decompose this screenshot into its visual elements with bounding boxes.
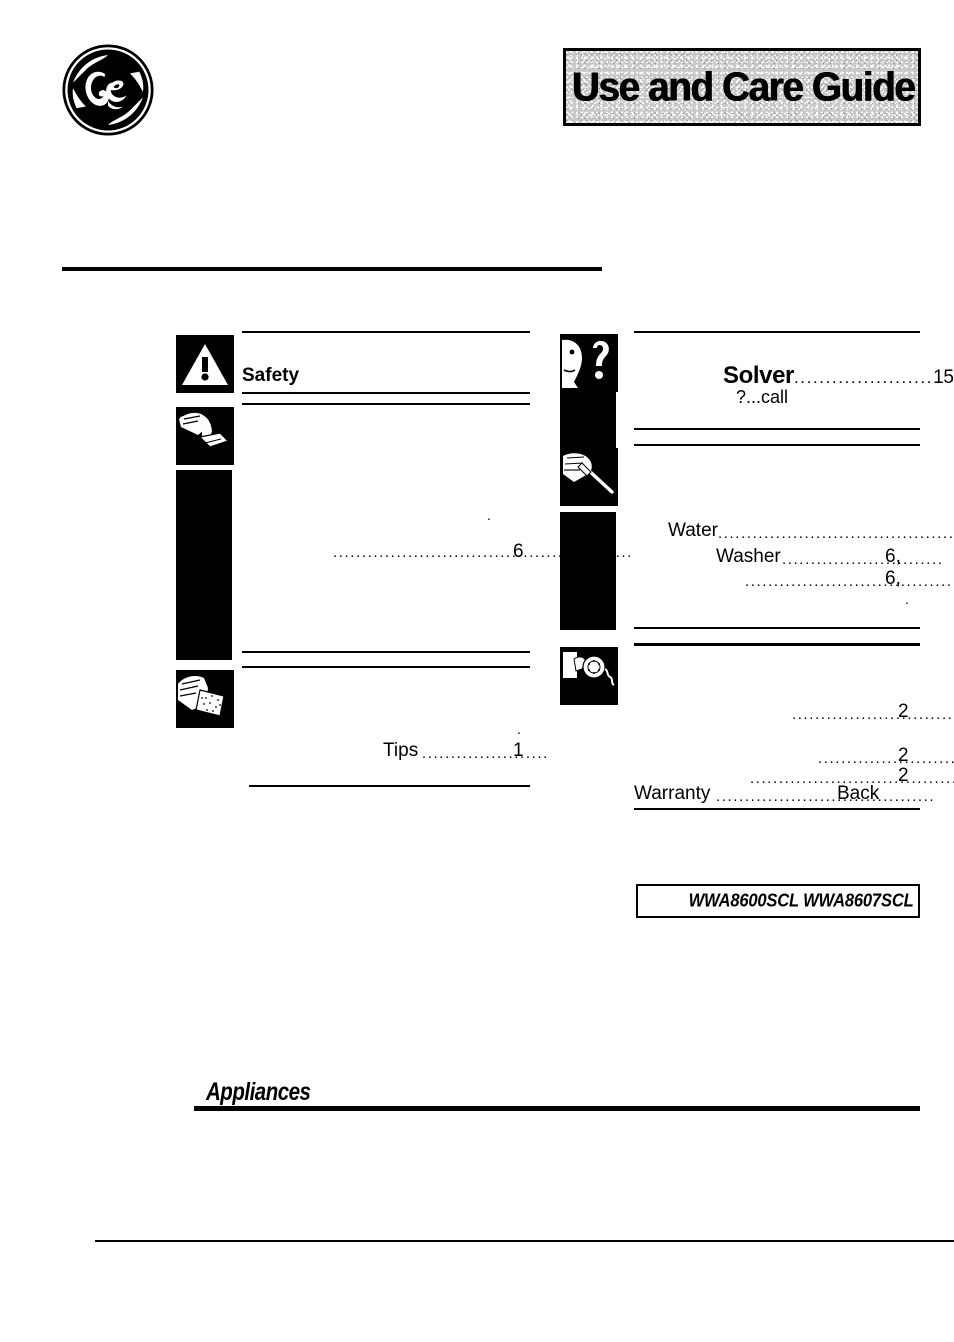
right-warranty-label: Warranty	[634, 783, 711, 804]
hand-with-cloth-icon	[176, 670, 234, 728]
right-rule-6	[634, 808, 920, 810]
right-rule-4	[634, 627, 920, 629]
solver-pages: 15-19	[933, 367, 954, 388]
left-entry-1-tick: .	[487, 507, 491, 523]
model-number-box: WWA8600SCL WWA8607SCL	[636, 884, 920, 918]
right-rule-3	[634, 444, 920, 446]
left-rule-2	[242, 392, 530, 394]
solver-dots: ......................	[793, 368, 934, 387]
right-phone-entry-2-dots: ..........................	[818, 750, 954, 767]
right-rule-2	[634, 428, 920, 430]
left-rule-3	[242, 403, 530, 405]
right-phone-entry-3-page: 2	[898, 765, 909, 786]
right-phone-entry-1-page: 2	[898, 701, 909, 722]
right-phone-entry-2-page: 2	[898, 745, 909, 766]
hand-screwdriver-icon	[560, 448, 618, 506]
right-entry-tick: .	[905, 591, 909, 607]
left-entry-tips-dots: ......................	[422, 745, 549, 762]
right-phone-entry-1-dots: ................................	[792, 706, 954, 723]
warning-triangle-icon	[176, 335, 234, 393]
appliances-rule	[194, 1106, 920, 1111]
left-rule-4	[242, 651, 530, 653]
left-entry-1-page: 6	[513, 541, 524, 562]
right-icon-rail-2	[560, 512, 616, 630]
right-entry-washer-dots: ............................	[782, 551, 944, 568]
appliances-wordmark: Appliances	[206, 1078, 311, 1106]
right-icon-rail	[560, 392, 616, 454]
right-rule-5	[634, 643, 920, 646]
right-entry-water-dots: ........................................…	[718, 525, 954, 542]
left-entry-tips-tick: .	[517, 721, 521, 737]
right-entry-water-label: Water	[668, 520, 718, 541]
model-numbers: WWA8600SCL WWA8607SCL	[689, 890, 914, 911]
bottom-rule	[95, 1240, 954, 1242]
left-rule-5	[242, 666, 530, 668]
left-entry-tips-label: Tips	[383, 740, 419, 761]
right-entry-washer-label: Washer	[716, 546, 781, 567]
left-heading-safety: Safety	[242, 365, 300, 386]
solver-label: Solver	[723, 362, 794, 389]
right-warranty-page: Back	[837, 783, 880, 804]
telephone-icon	[560, 647, 618, 705]
left-rule-1	[242, 331, 530, 333]
right-rule-1	[634, 331, 920, 333]
hand-pressing-button-icon	[176, 407, 234, 465]
right-entry-3-dots: ........................................	[745, 573, 954, 590]
right-heading-solver: Solver......................15-19	[723, 364, 954, 388]
banner-title: Use and Care Guide	[572, 63, 916, 110]
right-entry-3-page: 6,	[885, 568, 901, 589]
left-rule-6	[249, 785, 530, 787]
left-entry-tips-page: 1	[513, 740, 524, 761]
right-warranty-dots: ......................................	[716, 788, 936, 805]
right-entry-washer-page: 6,	[885, 546, 901, 567]
ge-logo	[62, 44, 154, 136]
face-question-mark-icon	[560, 334, 618, 392]
top-divider-rule	[62, 267, 602, 271]
use-and-care-banner: Use and Care Guide	[563, 48, 921, 126]
left-icon-rail	[176, 470, 232, 660]
right-solver-subtext: ?...call	[736, 387, 789, 407]
